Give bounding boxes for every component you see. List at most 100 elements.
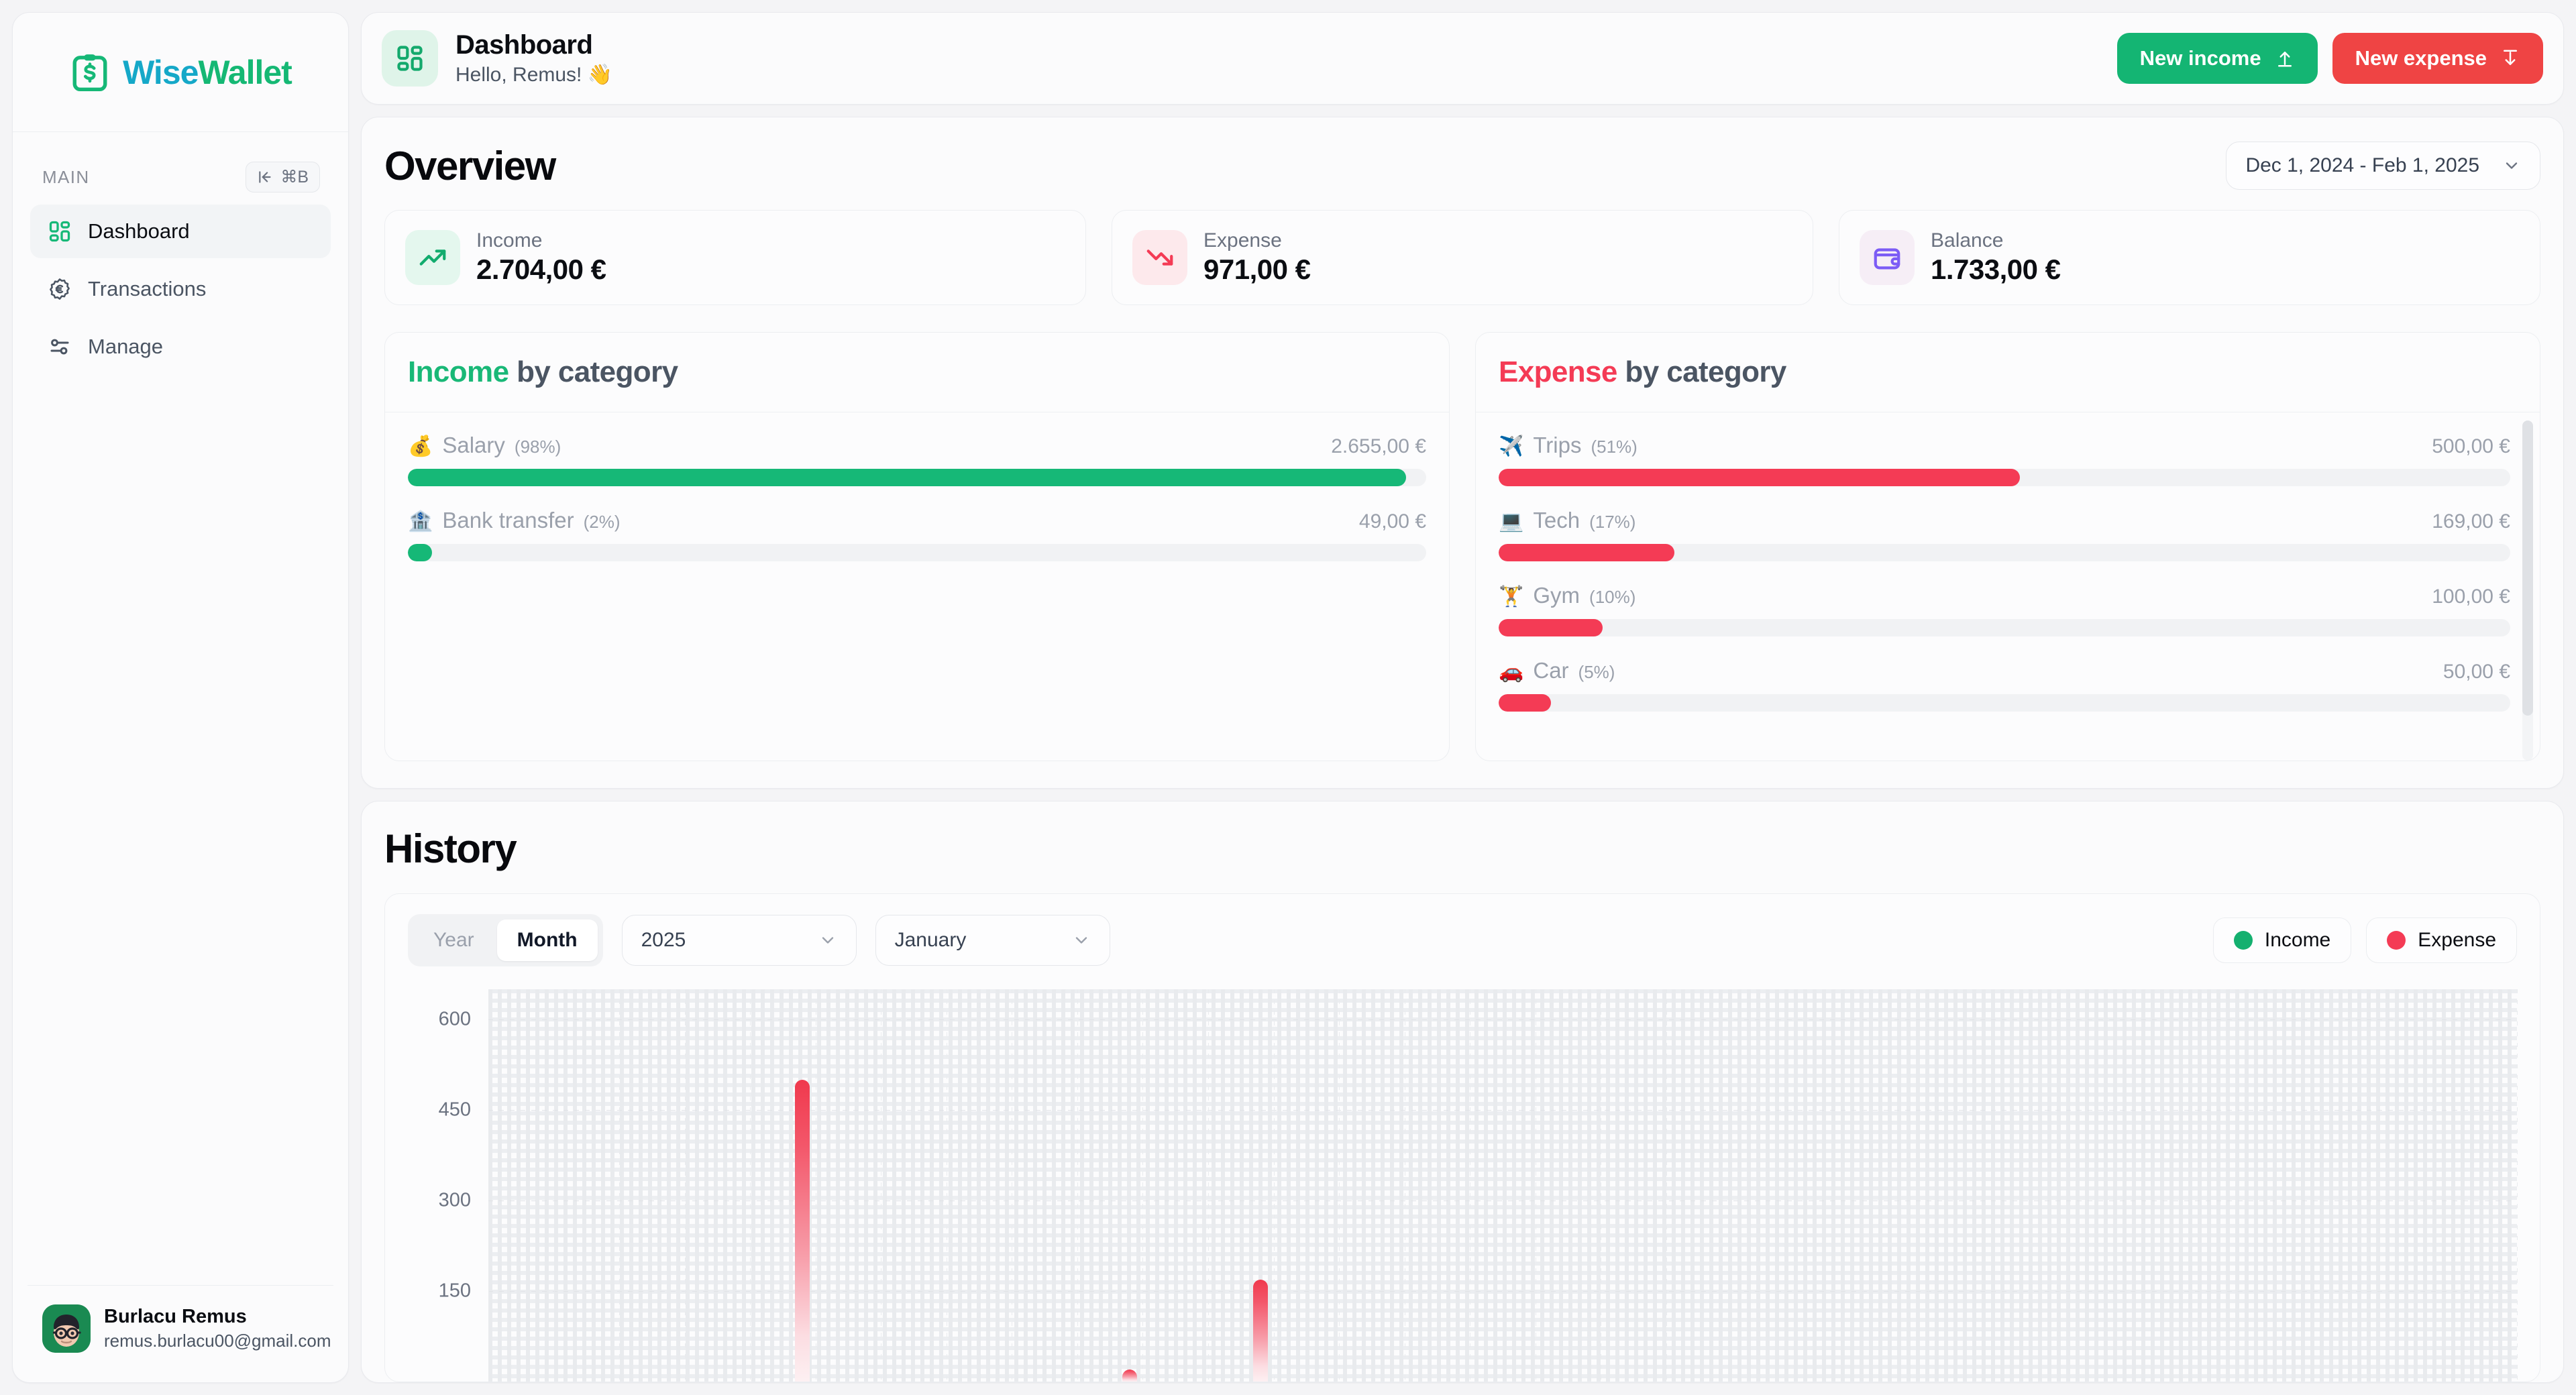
expense-list-scrollbar[interactable] xyxy=(2522,421,2533,761)
legend-item-expense[interactable]: Expense xyxy=(2366,917,2517,963)
grid-dashboard-icon xyxy=(397,46,423,71)
progress-fill xyxy=(1499,694,1552,712)
new-income-label: New income xyxy=(2139,46,2261,70)
stat-text: Income 2.704,00 € xyxy=(476,229,606,286)
category-name: Salary xyxy=(442,433,505,457)
expense-panel-title-rest: by category xyxy=(1617,355,1786,388)
new-expense-button[interactable]: New expense xyxy=(2332,33,2543,84)
stat-value: 2.704,00 € xyxy=(476,254,606,285)
granularity-option-year[interactable]: Year xyxy=(413,919,494,961)
list-item-header: 🏋️ Gym (10%) 100,00 € xyxy=(1499,583,2510,608)
stat-label: Expense xyxy=(1203,229,1282,252)
user-meta: Burlacu Remus remus.burlacu00@gmail.com xyxy=(104,1306,331,1351)
granularity-toggle: Year Month xyxy=(408,914,603,966)
main-content: Dashboard Hello, Remus! 👋 New income New… xyxy=(361,12,2564,1383)
sidebar-nav: Dashboard Transactions Manage xyxy=(13,205,348,374)
new-income-button[interactable]: New income xyxy=(2116,33,2318,84)
chart-gridline-v xyxy=(619,989,621,1382)
progress-fill xyxy=(408,544,433,561)
new-expense-label: New expense xyxy=(2355,46,2487,70)
bank-icon: 🏦 xyxy=(408,510,433,533)
income-category-list: 💰 Salary (98%) 2.655,00 € 🏦 Bank transfe… xyxy=(385,412,1449,761)
list-item: 🏋️ Gym (10%) 100,00 € xyxy=(1499,583,2510,636)
chart-bar[interactable] xyxy=(795,1080,810,1382)
app-name: WiseWallet xyxy=(123,53,292,92)
expense-panel-title: Expense by category xyxy=(1476,333,2540,412)
chart-y-tick-label: 450 xyxy=(438,1099,471,1121)
clipboard-dollar-icon xyxy=(72,54,107,91)
income-panel-title-accent: Income xyxy=(408,355,509,388)
sidebar-item-dashboard[interactable]: Dashboard xyxy=(30,205,331,258)
chart-gridline-v xyxy=(488,989,489,1382)
chart-gridline-v xyxy=(1273,989,1275,1382)
expense-category-list[interactable]: ✈️ Trips (51%) 500,00 € 💻 Tech (17%) 169… xyxy=(1476,412,2540,761)
topbar: Dashboard Hello, Remus! 👋 New income New… xyxy=(361,12,2564,105)
chart-gridline-v xyxy=(1862,989,1864,1382)
category-percent: (17%) xyxy=(1589,512,1636,532)
stat-label: Balance xyxy=(1931,229,2004,252)
category-panels: Income by category 💰 Salary (98%) 2.655,… xyxy=(384,332,2540,761)
app-logo[interactable]: WiseWallet xyxy=(13,13,348,132)
chart-gridline-v xyxy=(553,989,555,1382)
date-range-picker[interactable]: Dec 1, 2024 - Feb 1, 2025 xyxy=(2226,142,2540,190)
chart-gridline-v xyxy=(1208,989,1210,1382)
chevron-down-icon xyxy=(822,937,833,944)
overview-section: Overview Dec 1, 2024 - Feb 1, 2025 Incom… xyxy=(361,117,2564,789)
laptop-icon: 💻 xyxy=(1499,510,1524,533)
sidebar-item-label: Manage xyxy=(88,335,164,358)
page-title: Dashboard xyxy=(455,30,593,60)
month-select[interactable]: January xyxy=(875,915,1110,966)
history-title: History xyxy=(384,826,517,871)
sidebar-user-card[interactable]: Burlacu Remus remus.burlacu00@gmail.com xyxy=(28,1285,333,1368)
expense-by-category-panel: Expense by category ✈️ Trips (51%) 500,0… xyxy=(1475,332,2540,761)
sidebar-item-manage[interactable]: Manage xyxy=(30,320,331,374)
chart-bar[interactable] xyxy=(1253,1279,1269,1382)
chart-gridline-v xyxy=(2320,989,2322,1382)
chart-legend: Income Expense xyxy=(2212,917,2517,963)
chart-gridline-h xyxy=(488,1019,2517,1020)
legend-label: Expense xyxy=(2418,929,2496,951)
granularity-option-month[interactable]: Month xyxy=(496,919,598,961)
stat-text: Balance 1.733,00 € xyxy=(1931,229,2061,286)
progress-fill xyxy=(1499,469,2020,486)
chart-gridline-v xyxy=(684,989,686,1382)
chevron-down-icon xyxy=(1075,937,1087,944)
list-item: 🚗 Car (5%) 50,00 € xyxy=(1499,658,2510,712)
expense-color-dot xyxy=(2387,931,2406,950)
sidebar-collapse-button[interactable]: ⌘B xyxy=(246,162,320,192)
nav-section-label: MAIN xyxy=(42,166,90,187)
list-item: 💰 Salary (98%) 2.655,00 € xyxy=(408,433,1426,486)
arrow-up-from-line-icon xyxy=(2277,52,2292,67)
airplane-icon: ✈️ xyxy=(1499,435,1524,457)
stat-card-income: Income 2.704,00 € xyxy=(384,210,1086,305)
trending-up-icon xyxy=(405,230,460,285)
sidebar-collapse-shortcut: ⌘B xyxy=(280,168,309,186)
category-amount: 49,00 € xyxy=(1358,510,1426,533)
page-icon xyxy=(382,30,438,87)
expense-panel-title-accent: Expense xyxy=(1499,355,1617,388)
date-range-value: Dec 1, 2024 - Feb 1, 2025 xyxy=(2245,154,2479,176)
chart-y-tick-label: 300 xyxy=(438,1189,471,1211)
progress-track xyxy=(1499,469,2510,486)
sidebar-item-transactions[interactable]: Transactions xyxy=(30,262,331,316)
collapse-left-icon xyxy=(259,171,271,183)
category-amount: 100,00 € xyxy=(2432,585,2510,608)
stat-value: 971,00 € xyxy=(1203,254,1311,285)
income-color-dot xyxy=(2233,931,2253,950)
scrollbar-thumb[interactable] xyxy=(2522,421,2533,716)
list-item: 💻 Tech (17%) 169,00 € xyxy=(1499,508,2510,561)
year-select[interactable]: 2025 xyxy=(621,915,857,966)
legend-item-income[interactable]: Income xyxy=(2212,917,2352,963)
list-item: ✈️ Trips (51%) 500,00 € xyxy=(1499,433,2510,486)
category-name: Bank transfer xyxy=(442,508,574,533)
chart-canvas xyxy=(488,989,2518,1382)
chart-bar[interactable] xyxy=(1122,1370,1137,1382)
sidebar-item-label: Transactions xyxy=(88,277,207,300)
chevron-down-icon xyxy=(2506,162,2518,169)
category-name: Car xyxy=(1533,658,1569,683)
car-icon: 🚗 xyxy=(1499,661,1524,683)
progress-track xyxy=(1499,544,2510,561)
category-name: Tech xyxy=(1533,508,1580,533)
sidebar-item-label: Dashboard xyxy=(88,219,190,243)
chart-gridline-v xyxy=(750,989,751,1382)
